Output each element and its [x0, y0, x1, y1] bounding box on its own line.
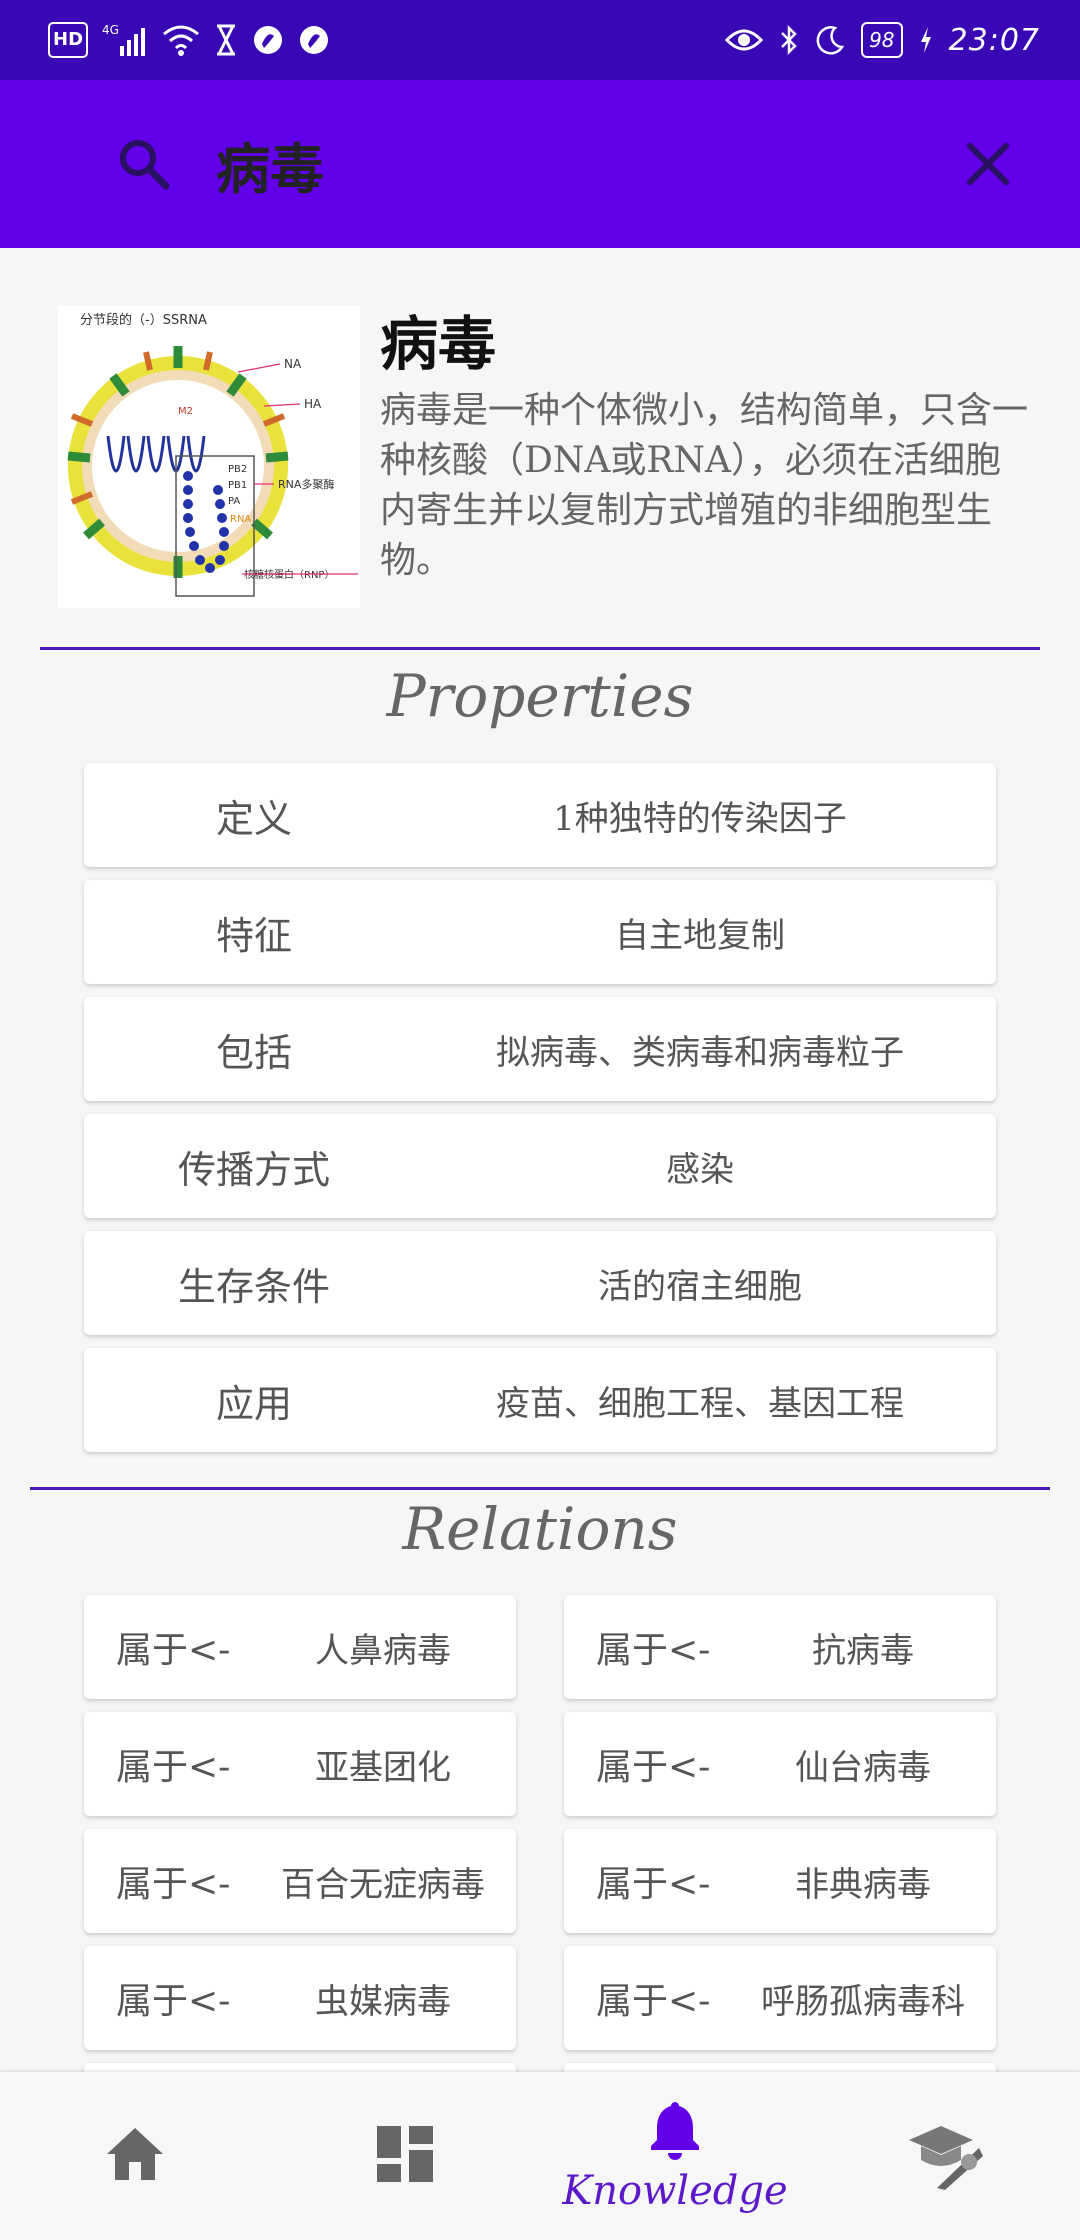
svg-text:PA: PA — [228, 496, 240, 507]
svg-text:M2: M2 — [178, 406, 193, 417]
svg-text:NA: NA — [284, 357, 302, 371]
entity-summary: 分节段的（-）SSRNA NA HA M2 PB2 PB1 PA RNA多聚酶 … — [58, 306, 1028, 611]
battery-indicator: 98 — [861, 22, 903, 58]
relation-type: 属于<- — [596, 1981, 711, 2022]
relation-target: 呼肠孤病毒科 — [761, 1981, 965, 2022]
relations-title: Relations — [402, 1495, 678, 1563]
relation-item[interactable]: 属于<- 虫媒病毒 — [84, 1946, 516, 2050]
search-header: 病毒 — [0, 80, 1080, 248]
svg-text:PB2: PB2 — [228, 464, 247, 475]
eye-icon — [725, 22, 764, 58]
svg-text:RNA: RNA — [230, 514, 251, 525]
search-input[interactable]: 病毒 — [216, 125, 956, 204]
nav-dashboard[interactable] — [270, 2072, 540, 2240]
svg-text:RNA多聚酶: RNA多聚酶 — [278, 477, 334, 491]
charging-icon — [919, 22, 933, 58]
property-key: 传播方式 — [177, 1147, 330, 1192]
relation-item[interactable]: 属于<- 人鼻病毒 — [84, 1595, 516, 1699]
property-row[interactable]: 包括 拟病毒、类病毒和病毒粒子 — [84, 997, 996, 1101]
svg-text:4G: 4G — [102, 23, 119, 37]
relation-type: 属于<- — [596, 1630, 711, 1671]
property-key: 应用 — [215, 1381, 292, 1426]
bell-icon — [647, 2098, 703, 2164]
relation-type: 属于<- — [116, 1630, 231, 1671]
property-value: 感染 — [666, 1149, 734, 1190]
relation-target: 亚基团化 — [315, 1747, 451, 1788]
divider — [40, 647, 1040, 650]
nav-knowledge[interactable]: Knowledge — [540, 2072, 810, 2240]
svg-text:分节段的（-）SSRNA: 分节段的（-）SSRNA — [80, 312, 207, 328]
relation-type: 属于<- — [116, 1864, 231, 1905]
relation-item[interactable]: 属于<- 仙台病毒 — [564, 1712, 996, 1816]
relation-item[interactable]: 属于<- 非典病毒 — [564, 1829, 996, 1933]
search-icon[interactable] — [112, 132, 176, 196]
home-icon — [103, 2124, 167, 2188]
nav-learning[interactable] — [810, 2072, 1080, 2240]
entity-description: 病毒是一种个体微小，结构简单，只含一种核酸（DNA或RNA），必须在活细胞内寄生… — [380, 390, 1029, 581]
relation-type: 属于<- — [596, 1747, 711, 1788]
close-icon[interactable] — [956, 132, 1020, 196]
relation-target: 抗病毒 — [812, 1630, 914, 1671]
summary-text: 病毒 病毒是一种个体微小，结构简单，只含一种核酸（DNA或RNA），必须在活细胞… — [380, 306, 1028, 611]
relation-item[interactable]: 属于<- 抗病毒 — [564, 1595, 996, 1699]
bottom-navigation: Knowledge — [0, 2072, 1080, 2240]
property-key: 定义 — [215, 796, 292, 841]
property-value: 拟病毒、类病毒和病毒粒子 — [496, 1032, 904, 1073]
relation-item[interactable]: 属于<- 亚基团化 — [84, 1712, 516, 1816]
moon-icon — [815, 22, 845, 58]
dashboard-icon — [375, 2124, 435, 2188]
property-row[interactable]: 定义 1种独特的传染因子 — [84, 763, 996, 867]
svg-text:PB1: PB1 — [228, 480, 247, 491]
property-row[interactable]: 应用 疫苗、细胞工程、基因工程 — [84, 1348, 996, 1452]
relation-type: 属于<- — [116, 1747, 231, 1788]
wifi-icon — [162, 22, 200, 58]
status-bar: HD 4G 98 23:07 — [0, 0, 1080, 80]
signal-icon: 4G — [102, 22, 148, 58]
property-value: 疫苗、细胞工程、基因工程 — [496, 1383, 904, 1424]
relation-item[interactable]: 属于<- 百合无症病毒 — [84, 1829, 516, 1933]
property-row[interactable]: 特征 自主地复制 — [84, 880, 996, 984]
hourglass-icon — [214, 22, 238, 58]
relation-target: 仙台病毒 — [795, 1747, 931, 1788]
clock: 23:07 — [948, 22, 1040, 58]
app-notification-icon — [298, 22, 330, 58]
entity-title: 病毒 — [380, 310, 497, 378]
virus-diagram-image: 分节段的（-）SSRNA NA HA M2 PB2 PB1 PA RNA多聚酶 … — [58, 306, 360, 608]
property-row[interactable]: 生存条件 活的宿主细胞 — [84, 1231, 996, 1335]
relation-target: 虫媒病毒 — [315, 1981, 451, 2022]
property-key: 生存条件 — [177, 1264, 330, 1309]
divider — [30, 1487, 1050, 1490]
property-key: 特征 — [215, 913, 292, 958]
relation-type: 属于<- — [116, 1981, 231, 2022]
hd-badge: HD — [48, 22, 89, 58]
nav-knowledge-label: Knowledge — [562, 2168, 788, 2214]
relation-type: 属于<- — [596, 1864, 711, 1905]
property-value: 自主地复制 — [615, 915, 785, 956]
property-row[interactable]: 传播方式 感染 — [84, 1114, 996, 1218]
bluetooth-icon — [779, 22, 799, 58]
relation-target: 百合无症病毒 — [281, 1864, 485, 1905]
relation-target: 人鼻病毒 — [315, 1630, 451, 1671]
properties-title: Properties — [386, 662, 694, 730]
relation-item[interactable]: 属于<- 呼肠孤病毒科 — [564, 1946, 996, 2050]
app-notification-icon — [252, 22, 284, 58]
property-value: 活的宿主细胞 — [598, 1266, 802, 1307]
graduation-icon — [907, 2118, 983, 2194]
property-key: 包括 — [215, 1030, 292, 1075]
property-value: 1种独特的传染因子 — [553, 798, 847, 839]
svg-text:HA: HA — [304, 397, 322, 411]
nav-home[interactable] — [0, 2072, 270, 2240]
relation-target: 非典病毒 — [795, 1864, 931, 1905]
